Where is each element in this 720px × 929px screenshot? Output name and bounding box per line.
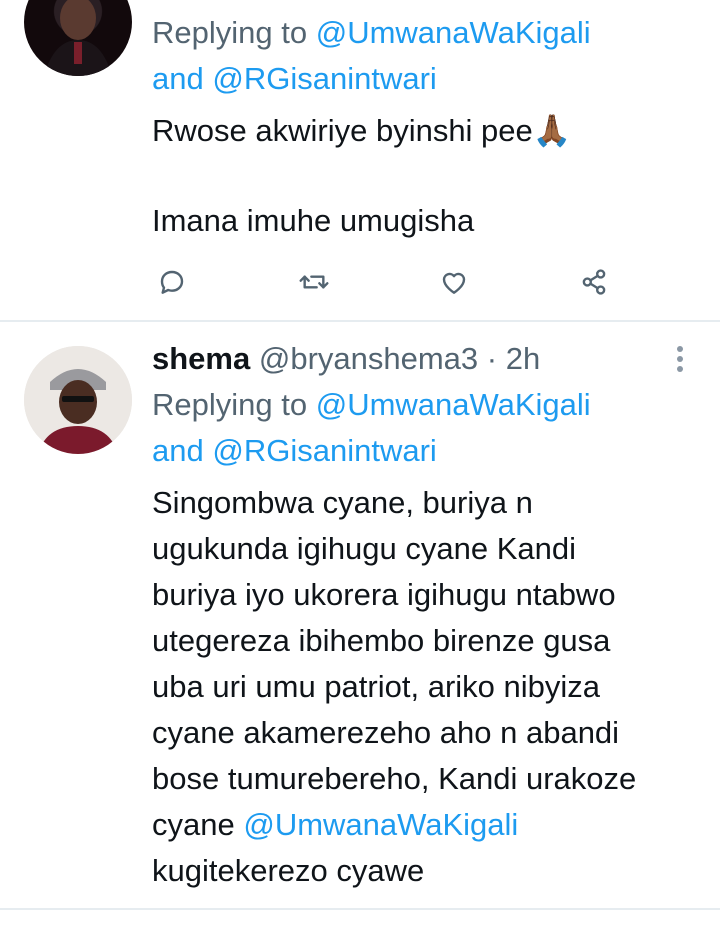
replying-to-line-2: and @RGisanintwari [152, 56, 437, 102]
tweet-text-line: utegereza ibihembo birenze gusa [152, 623, 611, 658]
tweet-text-line: uba uri umu patriot, ariko nibyiza [152, 669, 601, 704]
like-icon [442, 272, 466, 294]
replying-prefix: Replying to [152, 387, 308, 422]
replying-to-line: Replying to @UmwanaWaKigali [152, 10, 591, 56]
tweet-header: shema @bryanshema3 · 2h [152, 336, 540, 382]
and-word: and [152, 433, 204, 468]
tweet-divider [0, 908, 720, 910]
display-name[interactable]: shema [152, 341, 250, 376]
more-options-button[interactable] [668, 342, 692, 376]
mention-link[interactable]: @RGisanintwari [212, 61, 436, 96]
reply-icon [160, 270, 184, 294]
tweet-text-line: cyane akamerezeho aho n abandi [152, 715, 620, 750]
mention-link[interactable]: @UmwanaWaKigali [316, 15, 591, 50]
like-button[interactable] [434, 262, 474, 302]
timestamp[interactable]: 2h [506, 341, 540, 376]
replying-to-line-2: and @RGisanintwari [152, 428, 437, 474]
tweet-text-fragment: cyane [152, 807, 235, 842]
avatar[interactable] [24, 0, 132, 76]
mention-link[interactable]: @UmwanaWaKigali [243, 807, 518, 842]
tweet-text-line: kugitekerezo cyawe [152, 853, 425, 888]
tweet-text-line: cyane @UmwanaWaKigali [152, 802, 518, 848]
avatar[interactable] [24, 346, 132, 454]
tweet-text-line: Imana imuhe umugisha [152, 203, 475, 238]
tweet-text-line: buriya iyo ukorera igihugu ntabwo [152, 577, 616, 612]
replying-prefix: Replying to [152, 15, 308, 50]
tweet-divider [0, 320, 720, 322]
retweet-icon [299, 275, 329, 289]
and-word: and [152, 61, 204, 96]
share-icon [582, 269, 606, 295]
mention-link[interactable]: @RGisanintwari [212, 433, 436, 468]
separator-dot: · [486, 341, 498, 376]
share-button[interactable] [574, 262, 614, 302]
mention-link[interactable]: @UmwanaWaKigali [316, 387, 591, 422]
tweet-text-line: ugukunda igihugu cyane Kandi [152, 531, 577, 566]
user-handle[interactable]: @bryanshema3 [259, 341, 478, 376]
tweet-text-line: Rwose akwiriye byinshi pee🙏🏾 [152, 113, 572, 148]
replying-to-line: Replying to @UmwanaWaKigali [152, 382, 591, 428]
reply-button[interactable] [152, 262, 192, 302]
tweet-text-line: Singombwa cyane, buriya n [152, 485, 533, 520]
tweet-text-line: bose tumurebereho, Kandi urakoze [152, 761, 637, 796]
retweet-button[interactable] [294, 262, 334, 302]
